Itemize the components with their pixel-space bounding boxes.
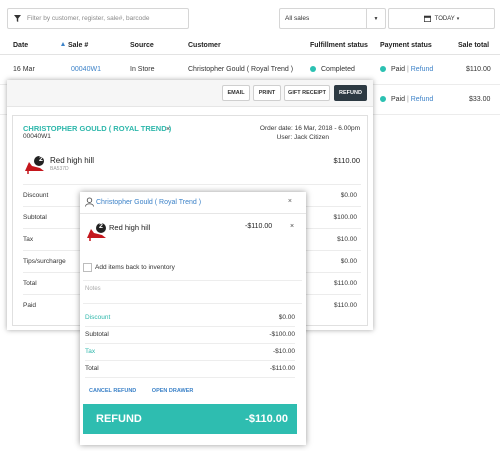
col-customer[interactable]: Customer [188,42,221,49]
cancel-refund-button[interactable]: CANCEL REFUND [89,388,136,394]
date-range-button[interactable]: TODAY ▾ [388,8,495,29]
search-placeholder: Filter by customer, register, sale#, bar… [27,15,150,22]
item-price: $110.00 [333,156,360,165]
row-total: $33.00 [469,96,491,103]
row-fulfillment: Completed [310,66,355,73]
status-dot [380,66,386,72]
refund-summary-row: Subtotal -$100.00 [85,327,295,344]
col-payment[interactable]: Payment status [380,42,432,49]
row-sale-link[interactable]: 00040W1 [71,66,101,73]
row-payment: Paid | Refund [380,66,433,73]
confirm-refund-button[interactable]: REFUND -$110.00 [83,404,297,434]
calendar-icon [423,15,431,22]
remove-item-icon[interactable]: × [290,223,294,230]
col-source[interactable]: Source [130,42,154,49]
item-sku: BA537D [50,166,69,172]
refund-summary-row: Total -$110.00 [85,361,295,378]
col-fulfillment[interactable]: Fulfillment status [310,42,368,49]
refund-summary-row: Tax -$10.00 [85,344,295,361]
confirm-refund-amount: -$110.00 [245,413,288,425]
print-button[interactable]: PRINT [253,85,281,101]
refund-item-quantity: 2 [99,223,103,230]
refund-modal: Christopher Gould ( Royal Trend ) × 2 Re… [80,192,306,445]
refund-summary-row: Discount $0.00 [85,310,295,327]
inventory-checkbox-label[interactable]: Add items back to inventory [95,264,175,271]
row-source: In Store [130,66,155,73]
sales-table-header: Date Sale # Source Customer Fulfillment … [0,37,500,55]
order-id: 00040W1 [23,133,51,140]
sort-icon [61,42,65,46]
open-drawer-button[interactable]: OPEN DRAWER [152,388,194,394]
chevron-down-icon: ▾ [456,15,460,22]
chevron-down-icon: ▼ [366,9,385,28]
close-icon[interactable]: × [288,198,292,205]
sales-filter-select[interactable]: All sales ▼ [279,8,386,29]
row-total: $110.00 [466,66,491,73]
refund-modal-header: Christopher Gould ( Royal Trend ) × [80,192,306,214]
email-button[interactable]: EMAIL [222,85,250,101]
item-name: Red high hill [50,156,95,165]
col-total[interactable]: Sale total [458,42,489,49]
row-customer: Christopher Gould ( Royal Trend ) [188,66,294,73]
col-sale[interactable]: Sale # [61,42,88,49]
filter-icon [14,15,21,22]
order-user: User: Jack Citizen [276,134,329,141]
refund-customer-link[interactable]: Christopher Gould ( Royal Trend ) [96,199,201,206]
notes-field[interactable]: Notes [83,280,302,304]
customer-name-link[interactable]: CHRISTOPHER GOULD ( ROYAL TREND ) [23,124,171,133]
refund-link[interactable]: Refund [411,96,434,103]
refund-link[interactable]: Refund [411,66,434,73]
row-payment: Paid | Refund [380,96,433,103]
sale-detail-toolbar: EMAIL PRINT GIFT RECEIPT REFUND [7,80,373,107]
confirm-refund-label: REFUND [96,413,142,425]
notes-placeholder: Notes [85,286,101,292]
refund-item-price: -$110.00 [245,223,273,230]
search-input[interactable]: Filter by customer, register, sale#, bar… [7,8,189,29]
refund-actions: CANCEL REFUND OPEN DRAWER [89,388,207,394]
date-range-label: TODAY [434,15,455,22]
refund-item-name: Red high hill [109,223,151,232]
status-dot [380,96,386,102]
user-icon [85,197,94,207]
order-date: Order date: 16 Mar, 2018 - 6.00pm [259,125,360,132]
sales-filter-value: All sales [285,15,310,22]
item-quantity: 2 [39,156,43,163]
gift-receipt-button[interactable]: GIFT RECEIPT [284,85,330,101]
col-date[interactable]: Date [13,42,28,49]
row-date: 16 Mar [13,66,35,73]
inventory-checkbox[interactable] [83,263,92,272]
status-dot [310,66,316,72]
close-icon[interactable]: × [166,126,170,133]
refund-button[interactable]: REFUND [334,85,367,101]
